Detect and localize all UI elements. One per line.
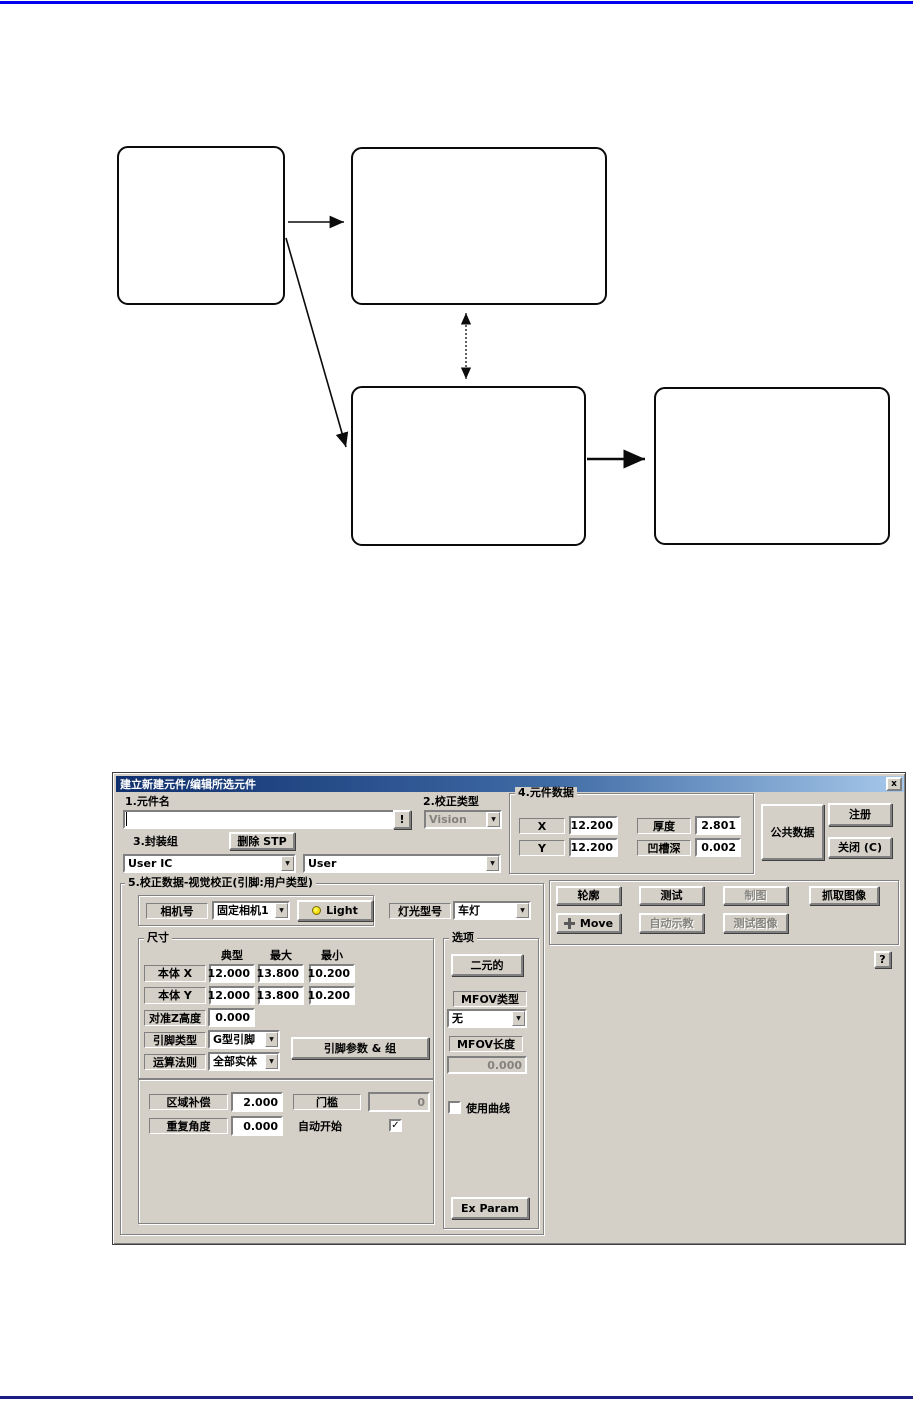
package-group2-dropdown[interactable]: User ▼ xyxy=(303,854,501,873)
body-y-max[interactable]: 13.800 xyxy=(257,986,304,1005)
align-z-label: 对准Z高度 xyxy=(144,1010,206,1026)
body-y-label: 本体 Y xyxy=(144,987,206,1004)
test-image-button: 测试图像 xyxy=(723,913,788,933)
x-label: X xyxy=(519,818,565,834)
move-button[interactable]: Move xyxy=(556,913,621,933)
grab-image-button[interactable]: 抓取图像 xyxy=(809,886,879,905)
test-button[interactable]: 测试 xyxy=(639,886,704,905)
col-min-header: 最小 xyxy=(321,949,343,962)
page-top-rule xyxy=(0,1,913,4)
check-icon: ✓ xyxy=(391,1119,400,1131)
lead-param-group-button[interactable]: 引脚参数 & 组 xyxy=(291,1037,429,1059)
chevron-down-icon[interactable]: ▼ xyxy=(515,903,529,918)
mfov-length-label: MFOV长度 xyxy=(449,1036,523,1052)
help-button[interactable]: ? xyxy=(874,951,891,968)
mfov-length-value: 0.000 xyxy=(447,1056,527,1074)
auto-start-label: 自动开始 xyxy=(298,1120,342,1133)
lead-type-label: 引脚类型 xyxy=(144,1032,206,1048)
lead-type-dropdown[interactable]: G型引脚 ▼ xyxy=(208,1030,280,1049)
flowchart-arrows xyxy=(285,215,645,469)
text-caret xyxy=(126,812,127,826)
body-x-max[interactable]: 13.800 xyxy=(257,964,304,983)
lamp-model-label: 灯光型号 xyxy=(389,903,451,919)
calibration-type-dropdown: Vision ▼ xyxy=(424,810,502,829)
mfov-type-dropdown[interactable]: 无 ▼ xyxy=(447,1009,527,1028)
camera-number-dropdown[interactable]: 固定相机1 ▼ xyxy=(212,901,290,920)
options-group xyxy=(443,938,539,1229)
chevron-down-icon: ▼ xyxy=(486,812,500,827)
common-data-button[interactable]: 公共数据 xyxy=(761,804,824,860)
delete-stp-button[interactable]: 删除 STP xyxy=(229,832,295,850)
use-curve-label: 使用曲线 xyxy=(466,1102,510,1115)
calibration-data-group-label: 5.校正数据-视觉校正(引脚:用户类型) xyxy=(125,877,316,889)
dialog-titlebar[interactable]: 建立新建元件/编辑所选元件 x xyxy=(116,776,904,792)
area-comp-value[interactable]: 2.000 xyxy=(231,1092,283,1112)
binary-button[interactable]: 二元的 xyxy=(451,954,523,976)
options-group-label: 选项 xyxy=(449,932,477,944)
body-y-min[interactable]: 10.200 xyxy=(308,986,355,1005)
arrow-box1-box3 xyxy=(285,237,349,448)
chevron-down-icon[interactable]: ▼ xyxy=(280,856,294,871)
thickness-label: 厚度 xyxy=(637,818,691,834)
col-max-header: 最大 xyxy=(270,949,292,962)
body-x-label: 本体 X xyxy=(144,965,206,982)
flowchart-box-3 xyxy=(351,386,586,546)
component-data-group-label: 4.元件数据 xyxy=(515,787,577,799)
area-comp-label: 区域补偿 xyxy=(149,1094,228,1110)
repeat-angle-value[interactable]: 0.000 xyxy=(231,1116,283,1136)
size-group-label: 尺寸 xyxy=(144,932,172,944)
draw-button: 制图 xyxy=(723,886,788,905)
algorithm-label: 运算法则 xyxy=(144,1054,206,1070)
x-value[interactable]: 12.200 xyxy=(569,816,618,835)
close-button[interactable]: 关闭 (C) xyxy=(828,837,892,858)
chevron-down-icon[interactable]: ▼ xyxy=(511,1011,525,1026)
calibration-type-label: 2.校正类型 xyxy=(423,795,479,808)
mfov-type-label: MFOV类型 xyxy=(453,991,527,1007)
flowchart-box-4 xyxy=(654,387,890,545)
light-bulb-icon xyxy=(312,906,322,915)
lamp-model-dropdown[interactable]: 车灯 ▼ xyxy=(453,901,531,920)
groove-depth-label: 凹槽深 xyxy=(637,840,691,856)
align-z-value[interactable]: 0.000 xyxy=(208,1008,255,1027)
flowchart-box-2 xyxy=(351,147,607,305)
warn-button[interactable]: ! xyxy=(393,810,411,829)
dialog-title: 建立新建元件/编辑所选元件 xyxy=(120,778,257,791)
col-typical-header: 典型 xyxy=(221,949,243,962)
use-curve-checkbox[interactable] xyxy=(448,1101,461,1114)
package-group-label: 3.封装组 xyxy=(133,835,178,848)
body-y-typical[interactable]: 12.000 xyxy=(208,986,255,1005)
body-x-typical[interactable]: 12.000 xyxy=(208,964,255,983)
ex-param-button[interactable]: Ex Param xyxy=(451,1197,529,1219)
repeat-angle-label: 重复角度 xyxy=(149,1118,228,1134)
light-button[interactable]: Light xyxy=(297,900,373,921)
algorithm-dropdown[interactable]: 全部实体 ▼ xyxy=(208,1052,280,1071)
component-name-label: 1.元件名 xyxy=(125,795,170,808)
camera-number-label: 相机号 xyxy=(146,903,208,919)
component-name-input[interactable] xyxy=(123,810,397,829)
auto-start-checkbox[interactable]: ✓ xyxy=(389,1119,402,1132)
thickness-value[interactable]: 2.801 xyxy=(695,816,741,835)
page-bottom-rule xyxy=(0,1396,913,1399)
auto-teach-button: 自动示教 xyxy=(639,913,704,933)
threshold-label: 门槛 xyxy=(293,1094,361,1110)
package-group1-dropdown[interactable]: User IC ▼ xyxy=(123,854,296,873)
y-label: Y xyxy=(519,840,565,856)
close-icon[interactable]: x xyxy=(886,777,902,791)
component-edit-dialog: 建立新建元件/编辑所选元件 x 1.元件名 ! 2.校正类型 Vision ▼ … xyxy=(112,772,906,1245)
body-x-min[interactable]: 10.200 xyxy=(308,964,355,983)
manual-page: 建立新建元件/编辑所选元件 x 1.元件名 ! 2.校正类型 Vision ▼ … xyxy=(0,0,913,1402)
y-value[interactable]: 12.200 xyxy=(569,838,618,857)
move-cross-icon xyxy=(563,917,575,929)
outline-button[interactable]: 轮廓 xyxy=(556,886,621,905)
groove-depth-value[interactable]: 0.002 xyxy=(695,838,741,857)
threshold-value: 0 xyxy=(368,1092,430,1112)
chevron-down-icon[interactable]: ▼ xyxy=(274,903,288,918)
flowchart-box-1 xyxy=(117,146,285,305)
chevron-down-icon[interactable]: ▼ xyxy=(485,856,499,871)
chevron-down-icon[interactable]: ▼ xyxy=(264,1054,278,1069)
chevron-down-icon[interactable]: ▼ xyxy=(264,1032,278,1047)
register-button[interactable]: 注册 xyxy=(828,803,892,826)
